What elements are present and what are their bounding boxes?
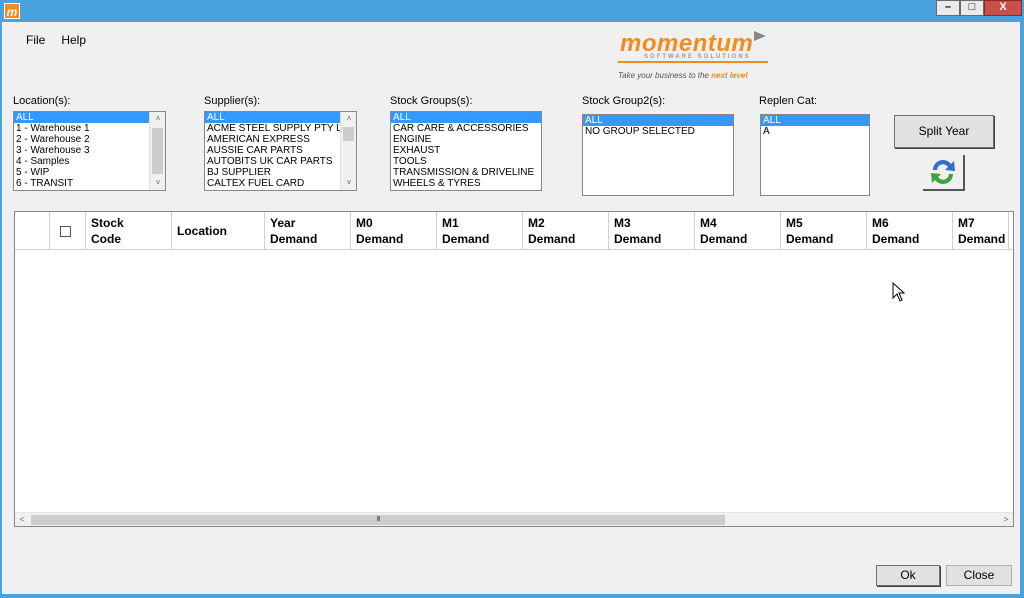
scroll-down-icon[interactable]: ˅ bbox=[341, 176, 356, 190]
column-header[interactable]: M6 Demand bbox=[867, 212, 953, 250]
momentum-logo: momentum SOFTWARE SOLUTIONS Take your bu… bbox=[614, 28, 774, 84]
list-item[interactable]: BJ SUPPLIER bbox=[205, 167, 340, 178]
list-item[interactable]: 1 - Warehouse 1 bbox=[14, 123, 149, 134]
row-header-cell bbox=[15, 212, 50, 250]
menu-file[interactable]: File bbox=[26, 33, 45, 47]
list-item[interactable]: NO GROUP SELECTED bbox=[583, 126, 733, 137]
locations-scrollbar[interactable]: ˄ ˅ bbox=[149, 112, 165, 190]
logo-subtitle: SOFTWARE SOLUTIONS bbox=[644, 54, 751, 60]
stock-group2-listbox[interactable]: ALL NO GROUP SELECTED bbox=[582, 114, 734, 196]
replen-cat-listbox[interactable]: ALL A bbox=[760, 114, 870, 196]
ok-button[interactable]: Ok bbox=[876, 565, 940, 586]
locations-scroll-thumb[interactable] bbox=[152, 128, 163, 174]
list-item[interactable]: ALL bbox=[391, 112, 541, 123]
list-item[interactable]: WHEELS & TYRES bbox=[391, 178, 541, 189]
logo-arrow-icon bbox=[754, 31, 766, 41]
minimize-button[interactable]: – bbox=[936, 0, 960, 16]
logo-tagline-text: Take your business to the bbox=[618, 71, 712, 80]
main-window: m – □ X File Help momentum SOFTWARE SOLU… bbox=[0, 0, 1024, 598]
scroll-up-icon[interactable]: ˄ bbox=[341, 112, 356, 126]
mouse-cursor-icon bbox=[892, 282, 906, 302]
list-item[interactable]: A bbox=[761, 126, 869, 137]
list-item[interactable]: AUSSIE CAR PARTS bbox=[205, 145, 340, 156]
column-header[interactable]: Stock Code bbox=[86, 212, 172, 250]
title-bar: m – □ X bbox=[0, 0, 1024, 22]
list-item[interactable]: 6 - TRANSIT bbox=[14, 178, 149, 189]
locations-listbox[interactable]: ALL 1 - Warehouse 12 - Warehouse 23 - War… bbox=[13, 111, 166, 191]
grid-horizontal-scrollbar[interactable]: < III > bbox=[15, 512, 1013, 526]
refresh-icon bbox=[931, 160, 955, 184]
list-item[interactable]: CALTEX FUEL CARD bbox=[205, 178, 340, 189]
list-item[interactable]: ENGINE bbox=[391, 134, 541, 145]
list-item[interactable]: 2 - Warehouse 2 bbox=[14, 134, 149, 145]
suppliers-scroll-thumb[interactable] bbox=[343, 127, 354, 141]
suppliers-items: ALL ACME STEEL SUPPLY PTY LTD AMERICAN EXP… bbox=[205, 112, 340, 189]
column-header[interactable]: M4 Demand bbox=[695, 212, 781, 250]
list-item[interactable]: ALL bbox=[583, 115, 733, 126]
column-header[interactable]: M7 Demand bbox=[953, 212, 1009, 250]
demand-grid[interactable]: Stock Code Location Year Demand M0 Demand M1… bbox=[14, 211, 1014, 527]
locations-items: ALL 1 - Warehouse 12 - Warehouse 23 - War… bbox=[14, 112, 149, 189]
select-all-cell bbox=[50, 212, 86, 250]
select-all-checkbox[interactable] bbox=[60, 226, 71, 237]
menu-bar: File Help bbox=[26, 33, 86, 47]
split-year-button[interactable]: Split Year bbox=[894, 115, 994, 148]
maximize-button[interactable]: □ bbox=[960, 0, 984, 16]
stock-group2-label: Stock Group2(s): bbox=[582, 95, 666, 107]
replen-cat-items: ALL A bbox=[761, 115, 869, 137]
stock-group2-items: ALL NO GROUP SELECTED bbox=[583, 115, 733, 137]
replen-cat-label: Replen Cat: bbox=[759, 95, 818, 107]
column-header[interactable]: M5 Demand bbox=[781, 212, 867, 250]
column-header[interactable]: M0 Demand bbox=[351, 212, 437, 250]
grid-body[interactable] bbox=[15, 250, 1013, 512]
list-item[interactable]: ALL bbox=[205, 112, 340, 123]
stock-groups-listbox[interactable]: ALL CAR CARE & ACCESSORIES ENGINE EXHAUST TO… bbox=[390, 111, 542, 191]
column-header[interactable]: M3 Demand bbox=[609, 212, 695, 250]
column-header[interactable]: M1 Demand bbox=[437, 212, 523, 250]
list-item[interactable]: ALL bbox=[14, 112, 149, 123]
scroll-left-icon[interactable]: < bbox=[15, 513, 29, 526]
list-item[interactable]: 4 - Samples bbox=[14, 156, 149, 167]
refresh-button[interactable] bbox=[923, 155, 965, 191]
stock-groups-items: ALL CAR CARE & ACCESSORIES ENGINE EXHAUST TO… bbox=[391, 112, 541, 189]
logo-divider bbox=[618, 61, 768, 63]
scroll-right-icon[interactable]: > bbox=[999, 513, 1013, 526]
list-item[interactable]: AUTOBITS UK CAR PARTS bbox=[205, 156, 340, 167]
scroll-up-icon[interactable]: ˄ bbox=[150, 112, 165, 126]
suppliers-label: Supplier(s): bbox=[204, 95, 261, 107]
grid-scroll-thumb[interactable]: III bbox=[31, 515, 725, 525]
list-item[interactable]: EXHAUST bbox=[391, 145, 541, 156]
scroll-down-icon[interactable]: ˅ bbox=[150, 176, 165, 190]
list-item[interactable]: ACME STEEL SUPPLY PTY LTD bbox=[205, 123, 340, 134]
app-icon: m bbox=[4, 3, 20, 19]
menu-help[interactable]: Help bbox=[61, 33, 86, 47]
locations-label: Location(s): bbox=[13, 95, 71, 107]
close-button[interactable]: Close bbox=[946, 565, 1012, 586]
list-item[interactable]: AMERICAN EXPRESS bbox=[205, 134, 340, 145]
list-item[interactable]: 3 - Warehouse 3 bbox=[14, 145, 149, 156]
logo-tagline-emphasis: next level bbox=[711, 71, 748, 80]
grid-header: Stock Code Location Year Demand M0 Demand M1… bbox=[15, 212, 1013, 250]
list-item[interactable]: TRANSMISSION & DRIVELINE bbox=[391, 167, 541, 178]
suppliers-scrollbar[interactable]: ˄ ˅ bbox=[340, 112, 356, 190]
stock-groups-label: Stock Groups(s): bbox=[390, 95, 473, 107]
close-window-button[interactable]: X bbox=[984, 0, 1022, 16]
column-header[interactable]: Location bbox=[172, 212, 265, 250]
column-header[interactable]: Year Demand bbox=[265, 212, 351, 250]
list-item[interactable]: CAR CARE & ACCESSORIES bbox=[391, 123, 541, 134]
client-area: File Help momentum SOFTWARE SOLUTIONS Ta… bbox=[2, 22, 1020, 594]
list-item[interactable]: 5 - WIP bbox=[14, 167, 149, 178]
list-item[interactable]: ALL bbox=[761, 115, 869, 126]
list-item[interactable]: TOOLS bbox=[391, 156, 541, 167]
column-header[interactable]: M2 Demand bbox=[523, 212, 609, 250]
logo-tagline: Take your business to the next level bbox=[618, 71, 748, 80]
suppliers-listbox[interactable]: ALL ACME STEEL SUPPLY PTY LTD AMERICAN EXP… bbox=[204, 111, 357, 191]
